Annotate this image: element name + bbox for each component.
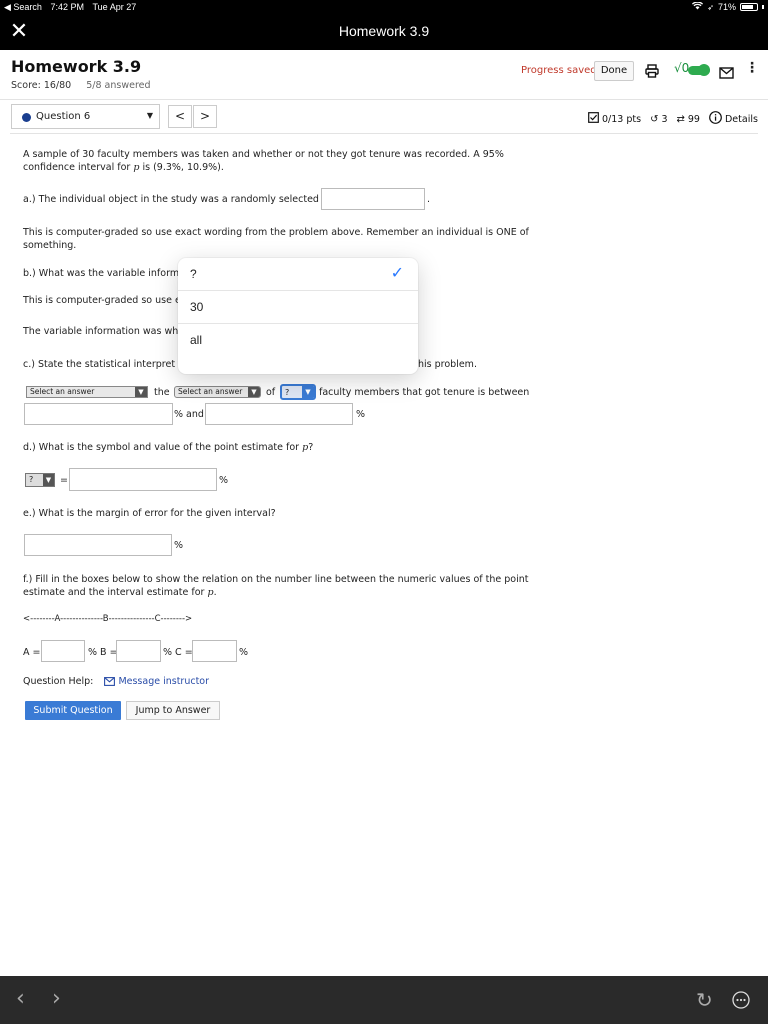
- wifi-icon: [692, 1, 704, 12]
- reload-icon[interactable]: ↻: [696, 988, 713, 1012]
- interpretation-select-1[interactable]: Select an answer ▼: [26, 386, 148, 398]
- mail-icon[interactable]: [719, 64, 734, 79]
- part-c-prompt-end: his problem.: [418, 359, 477, 370]
- interval-upper-input[interactable]: [205, 403, 353, 425]
- pct-and-label: % and: [174, 409, 204, 420]
- more-menu-icon[interactable]: [732, 991, 750, 1013]
- status-time: 7:42 PM: [50, 2, 84, 12]
- question-meta: 0/13 pts ↺ 3 ⇄ 99 Details: [588, 111, 758, 127]
- submit-question-button[interactable]: Submit Question: [25, 701, 121, 720]
- value-a-input[interactable]: [41, 640, 85, 662]
- points: 0/13 pts: [602, 113, 642, 125]
- popup-option[interactable]: all: [178, 324, 418, 357]
- nav-bar: ✕ Homework 3.9: [0, 14, 768, 50]
- part-b-prompt: b.) What was the variable inform: [23, 268, 180, 279]
- pct-label: %: [239, 647, 249, 658]
- message-instructor-link[interactable]: Message instructor: [118, 676, 209, 687]
- chevron-down-icon: ▼: [146, 111, 153, 120]
- of-label: of: [266, 387, 276, 398]
- attempts-icon: ⇄: [676, 113, 685, 125]
- question-select-label: Question 6: [36, 111, 91, 122]
- question-status-dot: [22, 113, 31, 122]
- score-line: Score: 16/80 5/8 answered: [11, 80, 151, 91]
- popup-option[interactable]: 30: [178, 291, 418, 324]
- chevron-down-icon: ▼: [248, 387, 260, 397]
- pct-label: %: [219, 475, 229, 486]
- question-divider: [10, 133, 758, 134]
- math-input-toggle[interactable]: √0: [674, 61, 689, 75]
- status-bar: ◀ Search 7:42 PM Tue Apr 27 ➶ 71%: [0, 0, 768, 14]
- interval-lower-input[interactable]: [24, 403, 173, 425]
- part-a-prompt: a.) The individual object in the study w…: [23, 194, 319, 205]
- part-a-answer-input[interactable]: [321, 188, 425, 210]
- next-question-button[interactable]: >: [193, 105, 217, 128]
- number-line: <--------A--------------B---------------…: [23, 614, 193, 624]
- battery-percent: 71%: [717, 2, 736, 12]
- chevron-down-icon: ▼: [43, 474, 54, 486]
- battery-icon: [740, 3, 758, 11]
- question-help: Question Help: Message instructor: [23, 675, 209, 690]
- points-checkbox-icon: [588, 112, 599, 126]
- question-select[interactable]: Question 6 ▼: [11, 104, 160, 129]
- math-toggle-switch[interactable]: [688, 64, 710, 76]
- previous-question-button[interactable]: <: [168, 105, 192, 128]
- value-b-input[interactable]: [116, 640, 161, 662]
- pct-label: %: [356, 409, 366, 420]
- population-select[interactable]: ? ▼: [280, 384, 316, 400]
- page-title: Homework 3.9: [11, 57, 142, 76]
- part-e-prompt: e.) What is the margin of error for the …: [23, 508, 276, 519]
- retry-icon: ↺: [650, 113, 659, 125]
- point-estimate-input[interactable]: [69, 468, 217, 491]
- select-popup: ? ✓ 30 all: [178, 258, 418, 374]
- popup-option[interactable]: ? ✓: [178, 258, 418, 291]
- chevron-down-icon: ▼: [135, 387, 147, 397]
- c-label: % C =: [163, 647, 193, 658]
- back-icon[interactable]: ‹: [16, 986, 25, 1011]
- interpretation-select-2[interactable]: Select an answer ▼: [174, 386, 261, 398]
- a-label: A =: [23, 647, 41, 658]
- faculty-text: faculty members that got tenure is betwe…: [319, 387, 530, 398]
- location-icon: ➶: [707, 2, 714, 12]
- equals-label: =: [60, 475, 68, 486]
- header-divider: [0, 99, 768, 100]
- part-f-prompt: f.) Fill in the boxes below to show the …: [23, 574, 529, 598]
- part-d-prompt: d.) What is the symbol and value of the …: [23, 442, 314, 453]
- part-a-period: .: [427, 194, 431, 205]
- back-to-search-link[interactable]: ◀ Search: [4, 2, 42, 12]
- chevron-down-icon: ▼: [302, 386, 314, 398]
- jump-to-answer-button[interactable]: Jump to Answer: [126, 701, 220, 720]
- nav-title: Homework 3.9: [338, 23, 430, 39]
- progress-saved-status: Progress saved: [521, 65, 597, 76]
- status-date: Tue Apr 27: [92, 2, 137, 12]
- part-b-note: This is computer-graded so use e: [23, 295, 181, 306]
- print-icon[interactable]: [645, 63, 659, 78]
- part-c-prompt: c.) State the statistical interpret: [23, 359, 176, 370]
- score: Score: 16/80: [11, 80, 72, 91]
- envelope-icon: [104, 677, 116, 690]
- question-help-label: Question Help:: [23, 676, 94, 687]
- margin-of-error-input[interactable]: [24, 534, 172, 556]
- checkmark-icon: ✓: [390, 265, 404, 282]
- more-options-icon[interactable]: ⋮: [745, 60, 759, 76]
- part-a-note: This is computer-graded so use exact wor…: [23, 227, 529, 251]
- retries-count: 3: [661, 113, 668, 125]
- answered-count: 5/8 answered: [86, 80, 151, 91]
- attempts-count: 99: [687, 113, 700, 125]
- info-icon[interactable]: [709, 111, 722, 127]
- pct-label: %: [174, 540, 184, 551]
- variable-info-text: The variable information was wh: [23, 326, 179, 337]
- symbol-select[interactable]: ? ▼: [25, 473, 55, 487]
- value-c-input[interactable]: [192, 640, 237, 662]
- details-link[interactable]: Details: [725, 114, 758, 125]
- the-label: the: [154, 387, 170, 398]
- forward-icon[interactable]: ›: [52, 986, 61, 1011]
- bottom-toolbar: ‹ › ↻: [0, 976, 768, 1024]
- question-intro: A sample of 30 faculty members was taken…: [23, 149, 504, 173]
- b-label: % B =: [88, 647, 118, 658]
- done-button[interactable]: Done: [594, 61, 634, 81]
